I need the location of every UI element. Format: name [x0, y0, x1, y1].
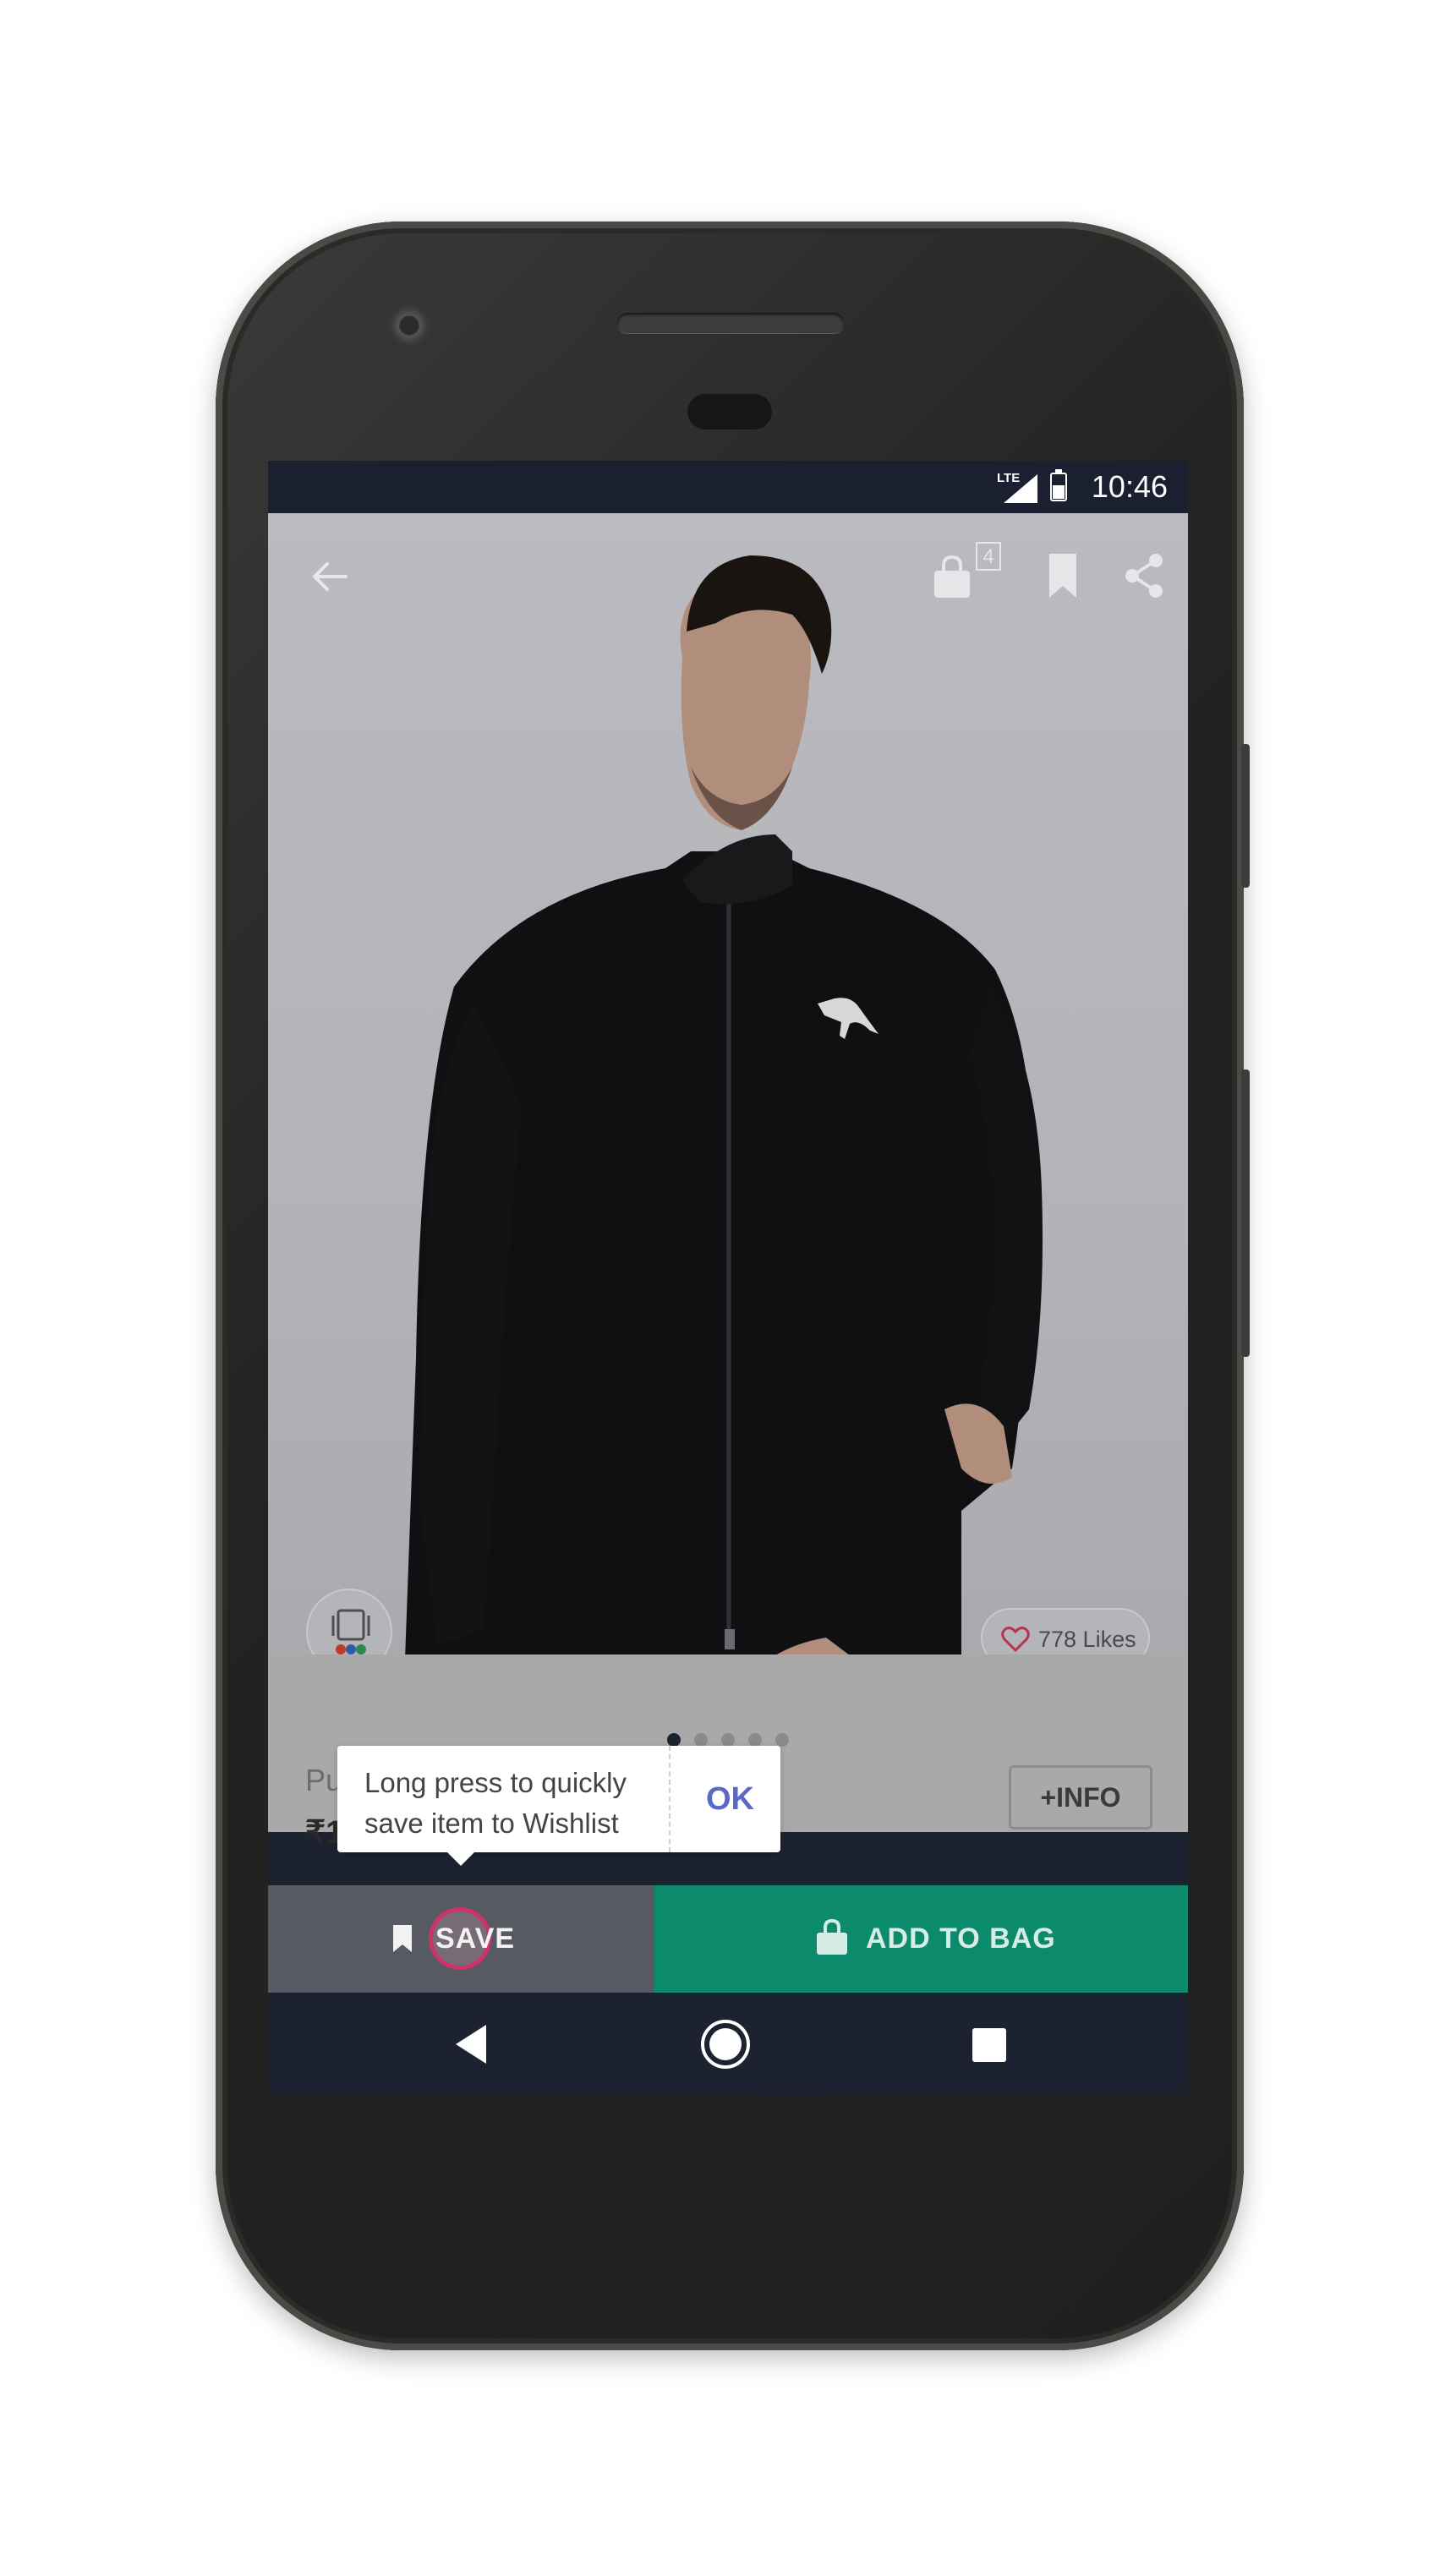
dim-overlay — [268, 513, 1188, 1705]
more-info-button[interactable]: +INFO — [1009, 1765, 1152, 1829]
carousel-dot[interactable] — [721, 1733, 735, 1747]
power-button — [1241, 744, 1250, 888]
likes-count: 778 Likes — [1038, 1627, 1136, 1652]
system-nav-bar — [268, 1993, 1188, 2094]
status-bar: LTE 10:46 — [268, 461, 1188, 513]
bookmark-icon — [393, 1925, 412, 1952]
wishlist-tooltip: Long press to quickly save item to Wishl… — [337, 1746, 780, 1866]
battery-icon — [1050, 469, 1067, 501]
signal-icon — [1004, 474, 1037, 503]
product-image[interactable]: 4 778 Likes — [268, 513, 1188, 1705]
front-camera — [388, 304, 430, 347]
carousel-dot[interactable] — [694, 1733, 708, 1747]
bag-count-badge: 4 — [976, 542, 1001, 571]
nav-back-icon[interactable] — [452, 2023, 490, 2065]
save-button[interactable]: SAVE — [268, 1885, 654, 1993]
carousel-dot[interactable] — [748, 1733, 762, 1747]
carousel-indicator — [667, 1733, 802, 1747]
nav-home-icon[interactable] — [701, 2020, 750, 2069]
save-label: SAVE — [435, 1922, 516, 1955]
tooltip-message: Long press to quickly save item to Wishl… — [364, 1767, 627, 1839]
tooltip-divider — [669, 1746, 671, 1852]
earpiece-speaker — [617, 313, 844, 333]
status-time: 10:46 — [1091, 469, 1168, 504]
tooltip-ok-button[interactable]: OK — [706, 1781, 754, 1818]
back-arrow-icon[interactable] — [309, 555, 351, 598]
proximity-sensor — [687, 394, 772, 429]
add-to-bag-button[interactable]: ADD TO BAG — [654, 1885, 1188, 1993]
heart-icon — [1001, 1627, 1030, 1652]
carousel-dot[interactable] — [775, 1733, 789, 1747]
nav-recents-icon[interactable] — [972, 2028, 1006, 2062]
wishlist-bookmark-icon[interactable] — [1046, 552, 1080, 599]
similar-products-icon — [331, 1609, 370, 1654]
share-icon[interactable] — [1122, 552, 1166, 599]
action-bar: SAVE ADD TO BAG — [268, 1885, 1188, 1993]
carousel-dot[interactable] — [667, 1733, 681, 1747]
bag-button[interactable]: 4 — [932, 539, 1016, 615]
screen: LTE 10:46 4 778 Likes Pu ₹1 +INFO SAVE A… — [268, 461, 1188, 2094]
add-to-bag-label: ADD TO BAG — [866, 1922, 1056, 1955]
shopping-bag-icon — [934, 555, 970, 598]
volume-button — [1241, 1069, 1250, 1357]
shopping-bag-icon — [817, 1919, 847, 1955]
